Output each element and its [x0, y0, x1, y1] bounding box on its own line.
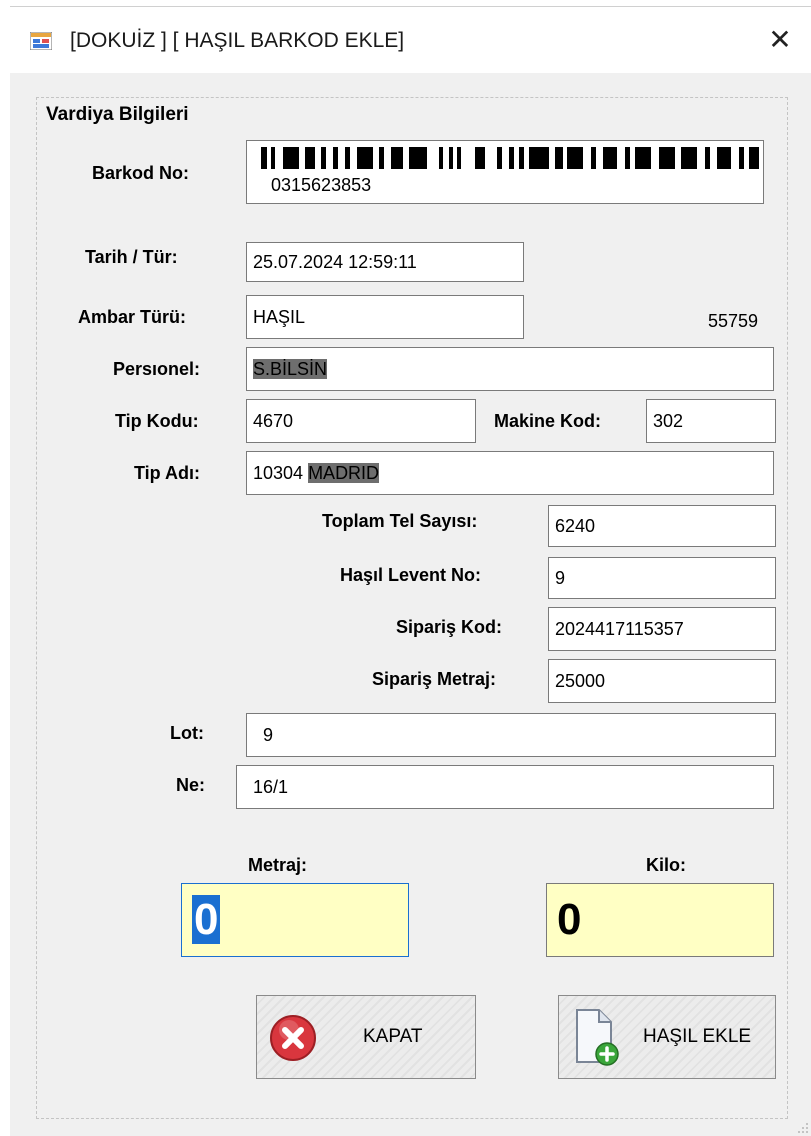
kilo-input[interactable]: 0	[546, 883, 774, 957]
warehouse-type-label: Ambar Türü:	[78, 307, 186, 327]
meterage-label: Metraj:	[248, 855, 308, 875]
form-icon	[30, 32, 52, 50]
title-bar[interactable]: [DOKUİZ ] [ HAŞIL BARKOD EKLE] ✕	[10, 7, 811, 73]
order-meterage-field[interactable]: 25000	[548, 659, 776, 703]
add-sizing-button-label: HAŞIL EKLE	[643, 1026, 752, 1047]
resize-grip-icon[interactable]	[795, 1120, 809, 1134]
lot-label: Lot:	[170, 723, 204, 743]
sizing-beam-no-field[interactable]: 9	[548, 557, 776, 599]
lot-field[interactable]: 9	[246, 713, 776, 757]
order-code-label: Sipariş Kod:	[396, 617, 503, 637]
personnel-value: S.BİLSİN	[253, 359, 328, 379]
ne-label: Ne:	[176, 775, 206, 795]
warehouse-number: 55759	[708, 311, 759, 331]
total-wire-count-label: Toplam Tel Sayısı:	[322, 511, 478, 531]
type-name-prefix: 10304	[253, 463, 309, 483]
cancel-x-icon	[270, 1015, 316, 1061]
close-icon[interactable]: ✕	[760, 19, 800, 61]
date-type-label: Tarih / Tür:	[85, 247, 178, 267]
barcode-graphic	[261, 147, 759, 169]
type-code-field[interactable]: 4670	[246, 399, 476, 443]
type-name-field[interactable]: 10304 MADRID	[246, 451, 774, 495]
dialog-window: [DOKUİZ ] [ HAŞIL BARKOD EKLE] ✕ Vardiya…	[10, 6, 811, 1136]
type-name-label: Tip Adı:	[134, 463, 200, 483]
meterage-value: 0	[192, 895, 221, 944]
type-name-selected: MADRID	[308, 463, 380, 483]
order-code-field[interactable]: 2024417115357	[548, 607, 776, 651]
kilo-label: Kilo:	[646, 855, 686, 875]
barcode-number: 0315623853	[271, 175, 372, 195]
barcode-field[interactable]: 0315623853	[246, 140, 764, 204]
personnel-label: Persıonel:	[113, 359, 201, 379]
total-wire-count-field[interactable]: 6240	[548, 505, 776, 547]
date-type-field[interactable]: 25.07.2024 12:59:11	[246, 242, 524, 282]
type-code-label: Tip Kodu:	[115, 411, 199, 431]
warehouse-type-field[interactable]: HAŞIL	[246, 295, 524, 339]
group-title: Vardiya Bilgileri	[46, 104, 189, 125]
sizing-beam-no-label: Haşıl Levent No:	[340, 565, 482, 585]
window-title: [DOKUİZ ] [ HAŞIL BARKOD EKLE]	[70, 29, 405, 52]
personnel-field[interactable]: S.BİLSİN	[246, 347, 774, 391]
close-button[interactable]: KAPAT	[256, 995, 476, 1079]
add-sizing-button[interactable]: HAŞIL EKLE	[558, 995, 776, 1079]
meterage-input[interactable]: 0	[181, 883, 409, 957]
ne-field[interactable]: 16/1	[236, 765, 774, 809]
barcode-label: Barkod No:	[92, 163, 190, 183]
machine-code-field[interactable]: 302	[646, 399, 776, 443]
machine-code-label: Makine Kod:	[494, 411, 602, 431]
order-meterage-label: Sipariş Metraj:	[372, 669, 497, 689]
add-document-icon	[576, 1009, 619, 1066]
close-button-label: KAPAT	[363, 1026, 423, 1047]
